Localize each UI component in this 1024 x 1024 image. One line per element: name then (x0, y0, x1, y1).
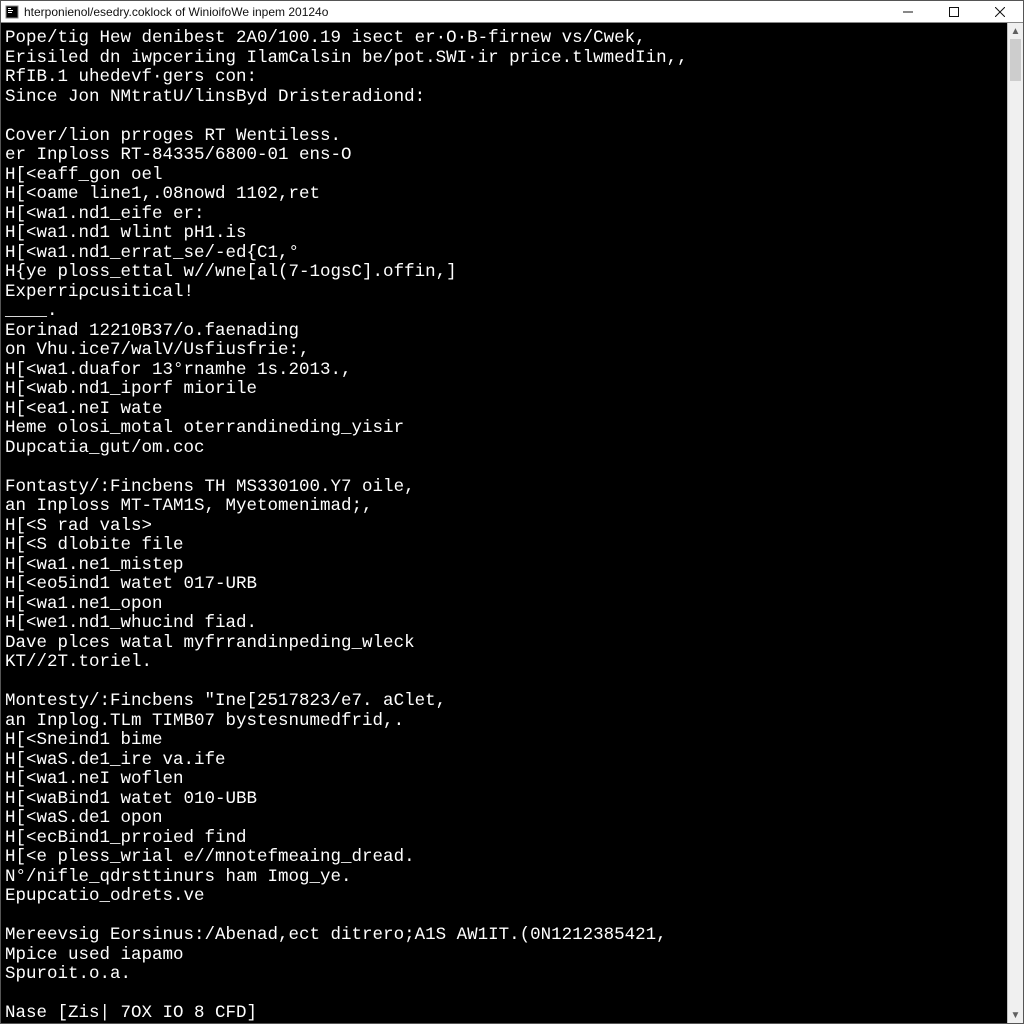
vertical-scrollbar[interactable]: ▲ ▼ (1007, 23, 1023, 1023)
minimize-button[interactable] (885, 1, 931, 22)
close-button[interactable] (977, 1, 1023, 22)
maximize-button[interactable] (931, 1, 977, 22)
app-icon (5, 5, 19, 19)
titlebar[interactable]: hterponienol/esedry.coklock of WinioifoW… (1, 1, 1023, 23)
scroll-down-arrow-icon[interactable]: ▼ (1008, 1007, 1023, 1023)
terminal-output[interactable]: Pope/tig Hew denibest 2A0/100.19 isect e… (1, 23, 1023, 1023)
window-title: hterponienol/esedry.coklock of WinioifoW… (24, 5, 885, 19)
window-controls (885, 1, 1023, 22)
client-area: Pope/tig Hew denibest 2A0/100.19 isect e… (1, 23, 1023, 1023)
scroll-up-arrow-icon[interactable]: ▲ (1008, 23, 1023, 39)
scrollbar-thumb[interactable] (1010, 39, 1021, 81)
scrollbar-track[interactable] (1008, 39, 1023, 1007)
app-window: hterponienol/esedry.coklock of WinioifoW… (0, 0, 1024, 1024)
